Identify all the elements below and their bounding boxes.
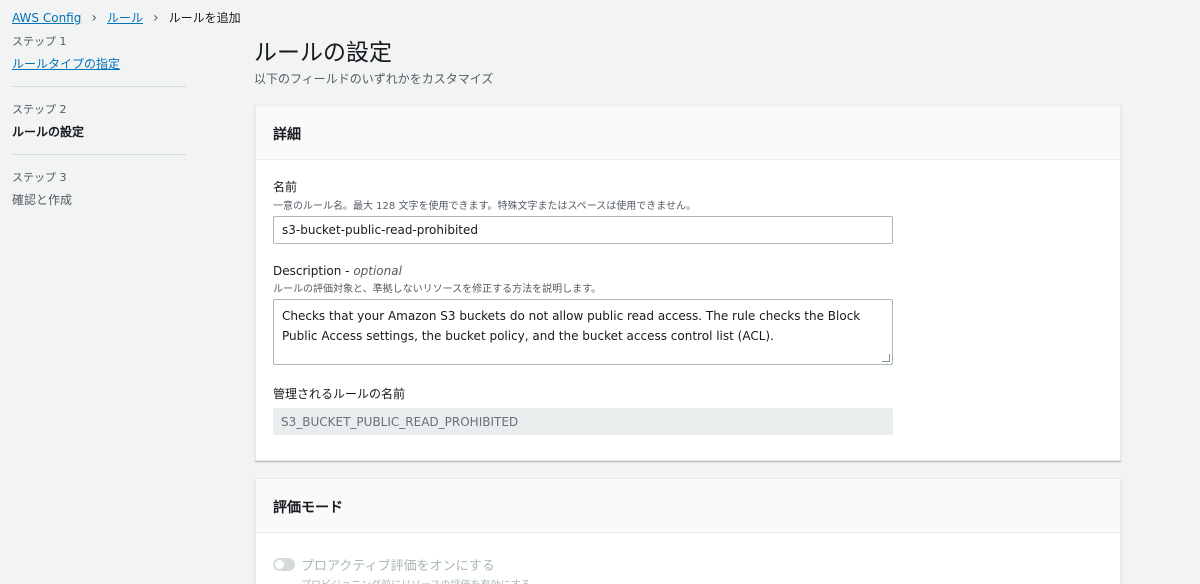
description-textarea[interactable]: Checks that your Amazon S3 buckets do no…: [273, 299, 893, 365]
details-header: 詳細: [256, 106, 1120, 160]
step-number: ステップ 3: [12, 171, 67, 184]
name-description: 一意のルール名。最大 128 文字を使用できます。特殊文字またはスペースは使用で…: [273, 201, 696, 212]
step-label-active: ルールの設定: [12, 125, 85, 139]
breadcrumb-aws-config-link[interactable]: AWS Config: [12, 11, 81, 25]
description-help: ルールの評価対象と、準拠しないリソースを修正する方法を説明します。: [273, 284, 602, 295]
rule-name-input[interactable]: s3-bucket-public-read-prohibited: [273, 216, 893, 244]
step-label: 確認と作成: [12, 193, 73, 207]
description-label: Description - optional: [273, 264, 1103, 278]
description-label-text: Description -: [273, 264, 354, 278]
step-link-rule-type[interactable]: ルールタイプの指定: [12, 57, 120, 71]
evaluation-header: 評価モード: [256, 479, 1120, 533]
breadcrumb: AWS Config › ルール › ルールを追加: [12, 9, 241, 26]
step-1: ステップ 1 ルールタイプの指定: [12, 33, 186, 87]
breadcrumb-rules-link[interactable]: ルール: [107, 9, 143, 26]
name-label: 名前: [273, 180, 298, 194]
wizard-steps: ステップ 1 ルールタイプの指定 ステップ 2 ルールの設定 ステップ 3 確認…: [12, 33, 186, 236]
details-panel: 詳細 名前 一意のルール名。最大 128 文字を使用できます。特殊文字またはスペ…: [255, 105, 1121, 461]
resize-handle[interactable]: [882, 354, 890, 362]
chevron-right-icon: ›: [91, 9, 97, 26]
step-2: ステップ 2 ルールの設定: [12, 101, 186, 155]
step-number: ステップ 1: [12, 35, 67, 48]
proactive-toggle-description: プロビジョニング前にリソースの評価を有効にする: [301, 576, 1103, 584]
proactive-toggle[interactable]: [273, 558, 295, 571]
breadcrumb-current: ルールを追加: [168, 11, 241, 25]
page-title: ルールの設定: [254, 40, 392, 66]
step-number: ステップ 2: [12, 103, 67, 116]
optional-tag: optional: [353, 264, 402, 278]
proactive-toggle-label: プロアクティブ評価をオンにする: [301, 559, 495, 574]
proactive-toggle-row: プロアクティブ評価をオンにする: [273, 555, 1103, 574]
managed-rule-label: 管理されるルールの名前: [273, 387, 406, 401]
evaluation-mode-panel: 評価モード プロアクティブ評価をオンにする プロビジョニング前にリソースの評価を…: [255, 478, 1121, 584]
chevron-right-icon: ›: [152, 9, 159, 26]
page-subtitle: 以下のフィールドのいずれかをカスタマイズ: [254, 72, 494, 86]
managed-rule-name: S3_BUCKET_PUBLIC_READ_PROHIBITED: [273, 408, 893, 435]
description-text: Checks that your Amazon S3 buckets do no…: [282, 309, 861, 343]
step-3: ステップ 3 確認と作成: [12, 169, 186, 222]
